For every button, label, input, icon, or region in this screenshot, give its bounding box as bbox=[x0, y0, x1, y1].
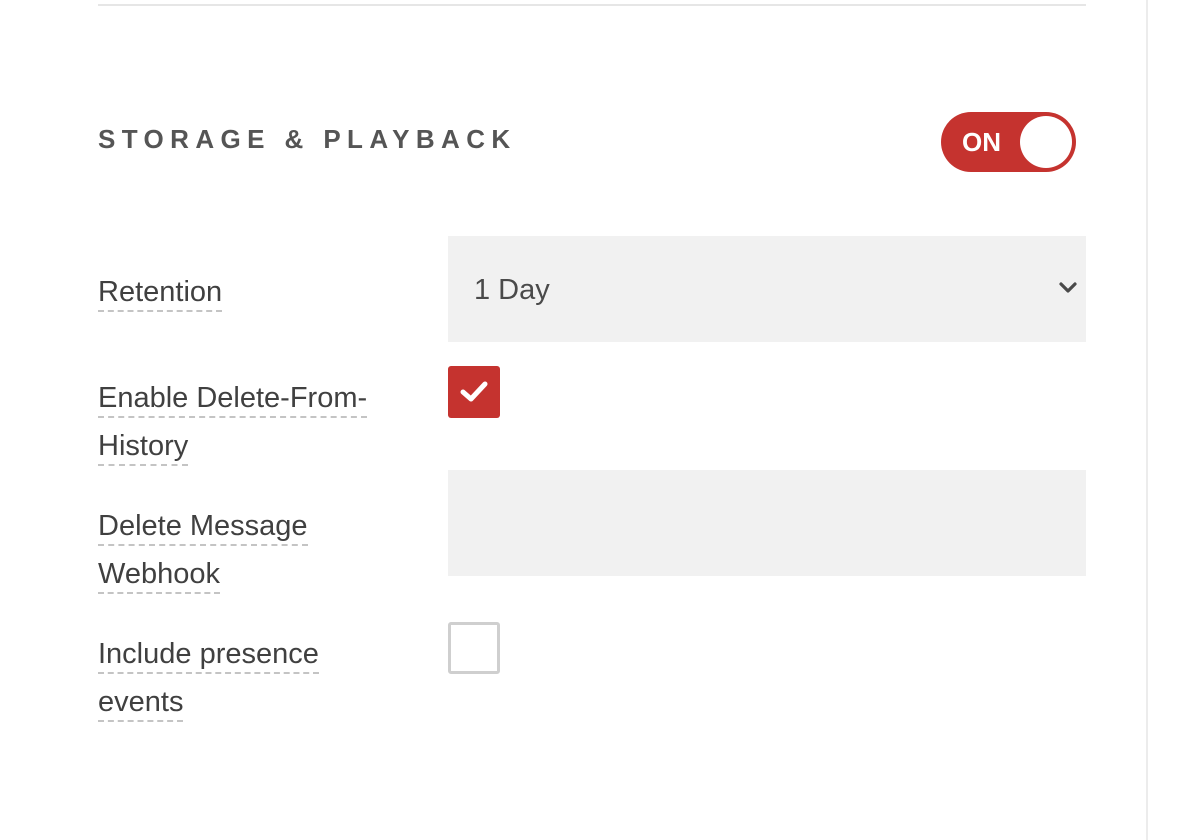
retention-label: Retention bbox=[98, 268, 418, 316]
delete-message-webhook-label-line1: Delete Message bbox=[98, 510, 308, 546]
include-presence-events-checkbox[interactable] bbox=[448, 622, 500, 674]
section-title: STORAGE & PLAYBACK bbox=[98, 124, 517, 154]
panel-right-border bbox=[1146, 0, 1148, 840]
delete-from-history-label-line1: Enable Delete-From- bbox=[98, 382, 368, 418]
delete-message-webhook-label: Delete Message Webhook bbox=[98, 502, 418, 598]
delete-from-history-checkbox[interactable] bbox=[448, 366, 500, 418]
checkmark-icon bbox=[460, 381, 488, 402]
retention-select[interactable]: 1 Day bbox=[448, 236, 1086, 342]
delete-from-history-label-line2: History bbox=[98, 430, 189, 466]
storage-playback-settings-panel: STORAGE & PLAYBACK ON Retention 1 Day En… bbox=[0, 0, 1184, 840]
retention-selected-value: 1 Day bbox=[474, 274, 550, 306]
delete-message-webhook-input[interactable] bbox=[448, 470, 1086, 576]
retention-label-text: Retention bbox=[98, 276, 223, 312]
include-presence-events-label-line1: Include presence bbox=[98, 638, 319, 674]
include-presence-events-label: Include presence events bbox=[98, 630, 418, 726]
delete-from-history-label: Enable Delete-From- History bbox=[98, 374, 418, 470]
chevron-down-icon bbox=[1056, 276, 1080, 300]
include-presence-events-label-line2: events bbox=[98, 686, 184, 722]
top-divider bbox=[98, 4, 1086, 6]
storage-playback-toggle[interactable]: ON bbox=[941, 112, 1076, 172]
toggle-knob bbox=[1020, 116, 1072, 168]
delete-message-webhook-label-line2: Webhook bbox=[98, 558, 220, 594]
toggle-state-label: ON bbox=[962, 127, 1001, 157]
